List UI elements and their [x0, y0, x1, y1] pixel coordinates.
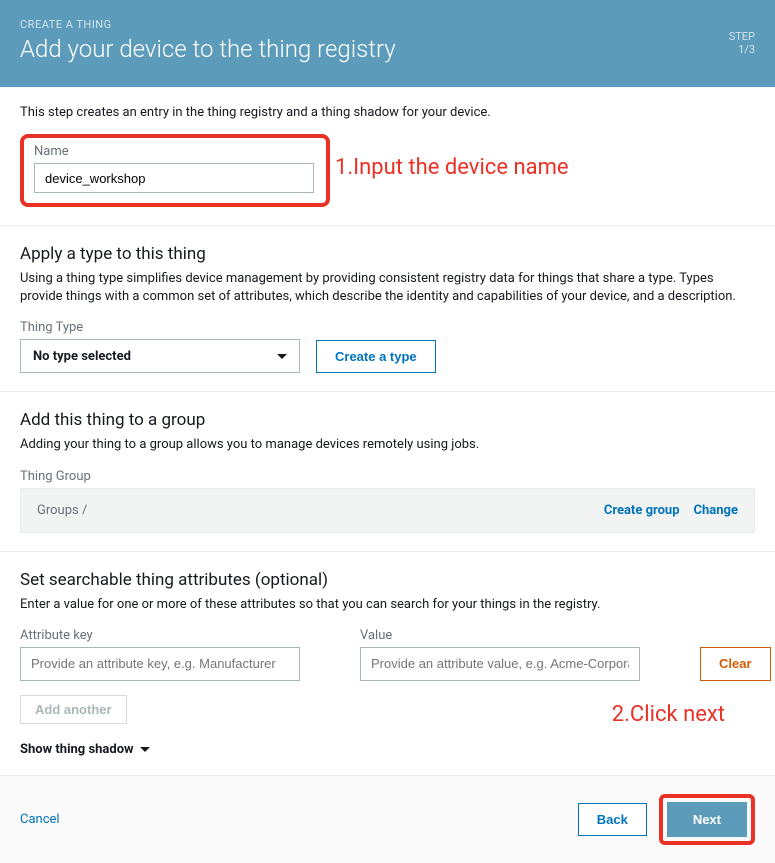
attr-section-desc: Enter a value for one or more of these a… [20, 596, 755, 614]
step-value: 1/3 [729, 43, 755, 56]
intro-text: This step creates an entry in the thing … [20, 105, 755, 120]
show-shadow-label: Show thing shadow [20, 742, 134, 757]
create-group-link[interactable]: Create group [604, 503, 680, 518]
annotation-1: 1.Input the device name [335, 155, 569, 180]
step-indicator: STEP 1/3 [729, 30, 755, 56]
clear-button[interactable]: Clear [700, 647, 771, 681]
next-highlight-annotation: Next [659, 794, 755, 845]
thing-type-selected: No type selected [33, 349, 131, 364]
annotation-2: 2.Click next [612, 702, 725, 727]
caret-down-icon [140, 747, 150, 752]
name-highlight-annotation: Name [20, 134, 330, 207]
cancel-link[interactable]: Cancel [20, 812, 60, 827]
group-breadcrumb: Groups / [37, 503, 87, 518]
thing-type-label: Thing Type [20, 320, 755, 335]
type-section-title: Apply a type to this thing [20, 244, 755, 264]
footer: Cancel Back Next [0, 775, 775, 863]
group-section-title: Add this thing to a group [20, 410, 755, 430]
name-label: Name [34, 144, 316, 159]
section-attributes: Set searchable thing attributes (optiona… [0, 552, 775, 775]
attr-value-label: Value [360, 628, 640, 643]
section-thing-group: Add this thing to a group Adding your th… [0, 392, 775, 551]
section-thing-type: Apply a type to this thing Using a thing… [0, 226, 775, 392]
next-button[interactable]: Next [667, 802, 747, 837]
attr-key-label: Attribute key [20, 628, 300, 643]
attr-key-input[interactable] [20, 647, 300, 681]
page-header: CREATE A THING Add your device to the th… [0, 0, 775, 87]
attr-section-title: Set searchable thing attributes (optiona… [20, 570, 755, 590]
create-type-button[interactable]: Create a type [316, 340, 436, 373]
group-section-desc: Adding your thing to a group allows you … [20, 436, 755, 454]
thing-group-label: Thing Group [20, 469, 755, 484]
type-section-desc: Using a thing type simplifies device man… [20, 270, 755, 306]
step-label: STEP [729, 30, 755, 43]
change-group-link[interactable]: Change [694, 503, 738, 518]
group-panel: Groups / Create group Change [20, 488, 755, 533]
thing-type-select[interactable]: No type selected [20, 339, 300, 373]
add-another-button[interactable]: Add another [20, 695, 127, 724]
name-input[interactable] [34, 163, 314, 193]
breadcrumb: CREATE A THING [20, 18, 755, 31]
show-thing-shadow-toggle[interactable]: Show thing shadow [20, 742, 755, 757]
caret-down-icon [277, 354, 287, 359]
back-button[interactable]: Back [578, 803, 647, 836]
attr-value-input[interactable] [360, 647, 640, 681]
page-title: Add your device to the thing registry [20, 35, 755, 63]
